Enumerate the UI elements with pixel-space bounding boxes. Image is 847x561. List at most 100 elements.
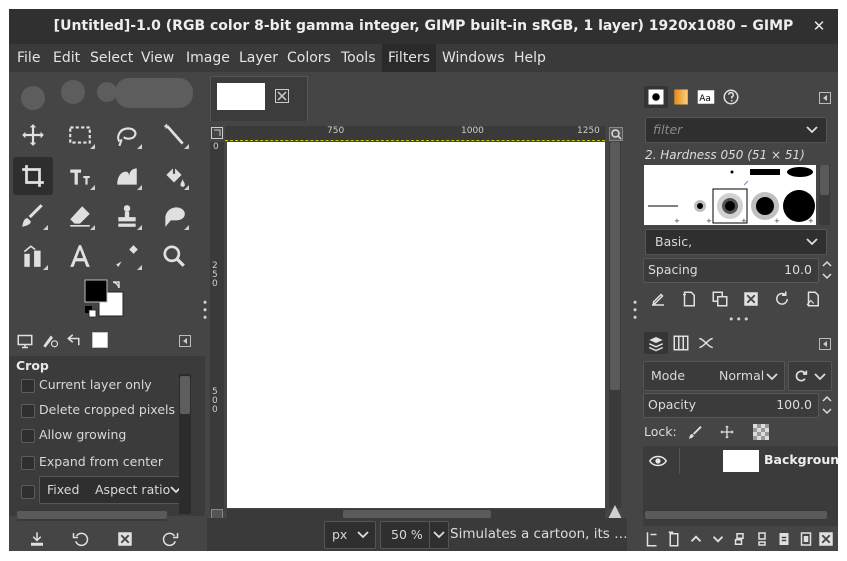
horizontal-ruler[interactable]: 750 1000 1250	[225, 126, 605, 141]
paths-tool[interactable]	[13, 237, 53, 275]
opacity-stepper-icon[interactable]	[822, 393, 832, 417]
quick-mask-corner-icon[interactable]	[211, 127, 223, 139]
configure-tab-icon[interactable]	[819, 338, 831, 350]
tab-images[interactable]	[88, 329, 112, 351]
bucket-fill-tool[interactable]	[154, 157, 194, 195]
scrollbar-thumb[interactable]	[180, 376, 190, 414]
text-tool[interactable]	[60, 237, 100, 275]
tab-channels[interactable]	[669, 332, 693, 354]
refresh-brushes-button[interactable]	[769, 287, 795, 311]
merge-layer-button[interactable]	[773, 527, 795, 551]
canvas-vertical-scrollbar[interactable]	[609, 142, 621, 508]
tab-paths[interactable]	[694, 332, 718, 354]
lock-alpha-icon[interactable]	[753, 424, 769, 440]
brush-filter-combo[interactable]: filter	[645, 117, 827, 143]
menu-file[interactable]: File	[11, 44, 46, 72]
hscroll-thumb[interactable]	[645, 511, 827, 519]
clone-tool[interactable]	[107, 197, 147, 235]
eye-icon[interactable]	[649, 453, 667, 469]
new-layer-button[interactable]	[663, 527, 685, 551]
configure-tab-icon[interactable]	[819, 92, 831, 104]
layer-row[interactable]: Background	[643, 448, 838, 474]
tool-options-scrollbar[interactable]	[179, 374, 191, 514]
unit-select[interactable]: px	[324, 521, 376, 549]
layers-hscroll[interactable]	[645, 509, 827, 521]
open-brush-as-image-button[interactable]	[800, 287, 826, 311]
fuzzy-select-tool[interactable]	[154, 116, 194, 154]
free-select-tool[interactable]	[107, 116, 147, 154]
eraser-tool[interactable]	[60, 197, 100, 235]
crop-tool[interactable]	[13, 157, 53, 195]
tab-undo-history[interactable]	[63, 329, 87, 351]
checkbox-expand-from-center[interactable]	[21, 456, 35, 470]
configure-tab-icon[interactable]	[179, 335, 191, 347]
color-picker-tool[interactable]	[107, 237, 147, 275]
tab-fonts[interactable]: Aa	[694, 86, 718, 108]
brush-grid[interactable]: + + + + +	[644, 165, 816, 225]
checkbox-fixed[interactable]	[21, 485, 35, 499]
restore-options-button[interactable]	[66, 526, 96, 551]
zoom-field[interactable]: 50 %	[380, 521, 430, 549]
menu-colors[interactable]: Colors	[281, 44, 337, 72]
menu-image[interactable]: Image	[180, 44, 236, 72]
fg-bg-color-widget[interactable]	[83, 278, 129, 320]
vertical-ruler[interactable]: 0 250 500	[210, 142, 224, 512]
tab-layers[interactable]	[644, 332, 668, 354]
image-tab[interactable]	[210, 76, 308, 121]
zoom-dropdown[interactable]	[429, 521, 449, 549]
spacing-stepper-icon[interactable]	[822, 258, 832, 282]
raise-layer-button[interactable]	[685, 527, 707, 551]
new-brush-button[interactable]	[676, 287, 702, 311]
delete-options-button[interactable]	[110, 526, 140, 551]
delete-brush-button[interactable]	[738, 287, 764, 311]
checkbox-delete-cropped-pixels[interactable]	[21, 404, 35, 418]
menu-layer[interactable]: Layer	[233, 44, 284, 72]
reset-options-button[interactable]	[155, 526, 185, 551]
menu-help[interactable]: Help	[508, 44, 552, 72]
tool-options-hscroll[interactable]	[17, 509, 167, 521]
move-tool[interactable]	[13, 116, 53, 154]
save-options-button[interactable]	[22, 526, 52, 551]
menu-edit[interactable]: Edit	[47, 44, 86, 72]
layer-mode-combo[interactable]: Mode Normal	[643, 361, 785, 391]
checkbox-allow-growing[interactable]	[21, 429, 35, 443]
vscroll-thumb[interactable]	[610, 142, 620, 390]
fixed-aspect-combo[interactable]: Fixed Aspect ratio	[39, 476, 182, 504]
tab-tool-options[interactable]	[13, 329, 37, 351]
tab-brushes[interactable]	[644, 86, 668, 108]
image-canvas[interactable]	[227, 142, 605, 508]
menu-filters[interactable]: Filters	[382, 44, 436, 72]
menu-select[interactable]: Select	[84, 44, 139, 72]
zoom-tool[interactable]	[154, 237, 194, 275]
spacing-spinner[interactable]: Spacing 10.0	[643, 258, 819, 283]
brush-tag-combo[interactable]: Basic,	[645, 229, 827, 255]
vscroll-thumb[interactable]	[820, 165, 829, 195]
tab-gradients[interactable]	[669, 86, 693, 108]
duplicate-layer-button[interactable]	[729, 527, 751, 551]
paintbrush-tool[interactable]	[13, 197, 53, 235]
menu-view[interactable]: View	[135, 44, 180, 72]
smudge-tool[interactable]	[154, 197, 194, 235]
close-button[interactable]: ✕	[808, 15, 830, 37]
delete-layer-button[interactable]	[815, 527, 837, 551]
opacity-spinner[interactable]: Opacity 100.0	[643, 393, 819, 418]
brush-grid-scrollbar[interactable]	[819, 165, 830, 225]
menu-tools[interactable]: Tools	[335, 44, 382, 72]
hscroll-thumb[interactable]	[17, 511, 167, 519]
unified-transform-tool[interactable]	[60, 157, 100, 195]
rect-select-tool[interactable]	[60, 116, 100, 154]
close-tab-icon[interactable]	[275, 89, 289, 103]
lock-position-icon[interactable]	[719, 424, 735, 440]
dock-separator-horizontal[interactable]: •••	[728, 313, 750, 326]
tab-device-status[interactable]	[38, 329, 62, 351]
edit-brush-button[interactable]	[645, 287, 671, 311]
menu-windows[interactable]: Windows	[436, 44, 511, 72]
duplicate-brush-button[interactable]	[707, 287, 733, 311]
zoom-to-fit-icon[interactable]	[609, 127, 623, 141]
lock-pixels-icon[interactable]	[687, 424, 703, 440]
warp-transform-tool[interactable]	[107, 157, 147, 195]
new-layer-group-button[interactable]	[641, 527, 663, 551]
checkbox-current-layer-only[interactable]	[21, 379, 35, 393]
lower-layer-button[interactable]	[707, 527, 729, 551]
tab-help[interactable]	[719, 86, 743, 108]
